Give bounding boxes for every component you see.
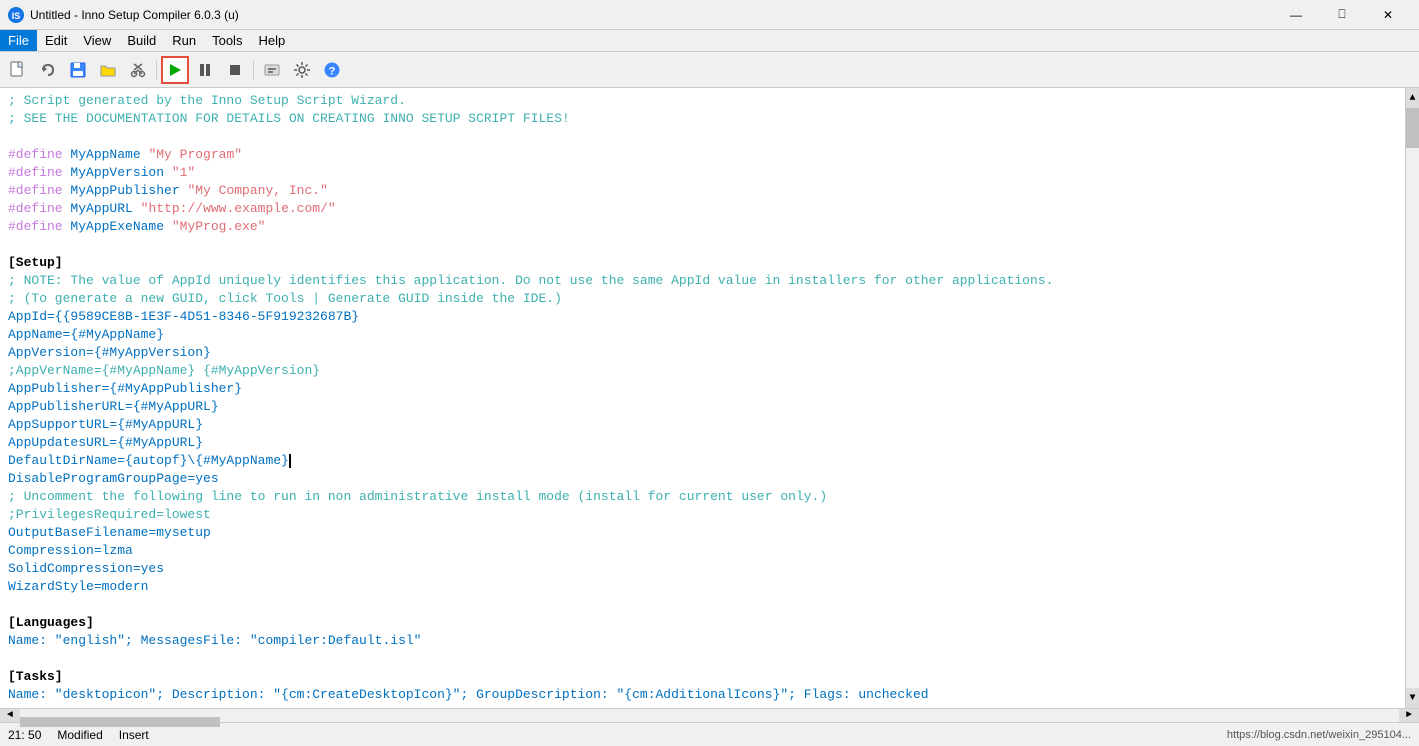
undo-button[interactable] <box>34 56 62 84</box>
toolbar-separator-1 <box>156 60 157 80</box>
open-button[interactable] <box>94 56 122 84</box>
minimize-button[interactable]: — <box>1273 0 1319 30</box>
code-line: ; Uncomment the following line to run in… <box>0 488 1405 506</box>
run-button[interactable] <box>161 56 189 84</box>
help-button[interactable]: ? <box>318 56 346 84</box>
horizontal-scrollbar[interactable]: ◄ ► <box>0 708 1419 722</box>
code-line: AppSupportURL={#MyAppURL} <box>0 416 1405 434</box>
code-line <box>0 236 1405 254</box>
code-line: [Setup] <box>0 254 1405 272</box>
code-line: Compression=lzma <box>0 542 1405 560</box>
app-icon: IS <box>8 7 24 23</box>
code-line: AppUpdatesURL={#MyAppURL} <box>0 434 1405 452</box>
scrollbar[interactable]: ▲ ▼ <box>1405 88 1419 708</box>
modified-status: Modified <box>57 728 102 742</box>
code-line: [Tasks] <box>0 668 1405 686</box>
editor-container: ; Script generated by the Inno Setup Scr… <box>0 88 1419 708</box>
code-line: ; NOTE: The value of AppId uniquely iden… <box>0 272 1405 290</box>
cut-button[interactable] <box>124 56 152 84</box>
code-line: AppPublisher={#MyAppPublisher} <box>0 380 1405 398</box>
scroll-thumb[interactable] <box>1406 108 1419 148</box>
code-line: #define MyAppExeName "MyProg.exe" <box>0 218 1405 236</box>
menu-tools[interactable]: Tools <box>204 30 250 51</box>
code-editor[interactable]: ; Script generated by the Inno Setup Scr… <box>0 88 1405 708</box>
window-controls: — ⎕ ✕ <box>1273 0 1411 30</box>
code-line: ; Script generated by the Inno Setup Scr… <box>0 92 1405 110</box>
code-line: AppVersion={#MyAppVersion} <box>0 344 1405 362</box>
code-line: ; SEE THE DOCUMENTATION FOR DETAILS ON C… <box>0 110 1405 128</box>
insert-mode: Insert <box>119 728 149 742</box>
toolbar-separator-2 <box>253 60 254 80</box>
svg-text:?: ? <box>329 65 336 77</box>
code-line <box>0 704 1405 708</box>
pause-button[interactable] <box>191 56 219 84</box>
code-line: ;PrivilegesRequired=lowest <box>0 506 1405 524</box>
status-url: https://blog.csdn.net/weixin_295104... <box>1227 729 1411 741</box>
stop-button[interactable] <box>221 56 249 84</box>
scroll-left-button[interactable]: ◄ <box>0 709 20 723</box>
code-line: AppPublisherURL={#MyAppURL} <box>0 398 1405 416</box>
code-line: DisableProgramGroupPage=yes <box>0 470 1405 488</box>
menu-help[interactable]: Help <box>250 30 293 51</box>
code-line: DefaultDirName={autopf}\{#MyAppName} <box>0 452 1405 470</box>
code-line: WizardStyle=modern <box>0 578 1405 596</box>
code-line: #define MyAppPublisher "My Company, Inc.… <box>0 182 1405 200</box>
code-line: #define MyAppVersion "1" <box>0 164 1405 182</box>
scroll-up-button[interactable]: ▲ <box>1406 88 1419 108</box>
close-button[interactable]: ✕ <box>1365 0 1411 30</box>
maximize-button[interactable]: ⎕ <box>1319 0 1365 30</box>
compile-button[interactable] <box>258 56 286 84</box>
cursor-position: 21: 50 <box>8 728 41 742</box>
settings-button[interactable] <box>288 56 316 84</box>
code-line: Name: "desktopicon"; Description: "{cm:C… <box>0 686 1405 704</box>
save-button[interactable] <box>64 56 92 84</box>
menu-build[interactable]: Build <box>119 30 164 51</box>
code-line: ; (To generate a new GUID, click Tools |… <box>0 290 1405 308</box>
scroll-right-button[interactable]: ► <box>1399 709 1419 723</box>
code-line: AppName={#MyAppName} <box>0 326 1405 344</box>
code-line: #define MyAppURL "http://www.example.com… <box>0 200 1405 218</box>
code-line: OutputBaseFilename=mysetup <box>0 524 1405 542</box>
code-line: #define MyAppName "My Program" <box>0 146 1405 164</box>
menu-edit[interactable]: Edit <box>37 30 75 51</box>
scroll-down-button[interactable]: ▼ <box>1406 688 1419 708</box>
status-left: 21: 50 Modified Insert <box>8 728 149 742</box>
code-line <box>0 596 1405 614</box>
window-title: Untitled - Inno Setup Compiler 6.0.3 (u) <box>30 8 239 22</box>
code-line: AppId={{9589CE8B-1E3F-4D51-8346-5F919232… <box>0 308 1405 326</box>
cursor <box>289 454 291 468</box>
new-button[interactable] <box>4 56 32 84</box>
code-line: ;AppVerName={#MyAppName} {#MyAppVersion} <box>0 362 1405 380</box>
code-line <box>0 128 1405 146</box>
code-line: SolidCompression=yes <box>0 560 1405 578</box>
menu-file[interactable]: File <box>0 30 37 51</box>
h-scroll-thumb[interactable] <box>20 717 220 727</box>
menu-bar: File Edit View Build Run Tools Help <box>0 30 1419 52</box>
svg-text:IS: IS <box>12 11 21 21</box>
code-line <box>0 650 1405 668</box>
toolbar: ? <box>0 52 1419 88</box>
menu-run[interactable]: Run <box>164 30 204 51</box>
code-line: Name: "english"; MessagesFile: "compiler… <box>0 632 1405 650</box>
menu-view[interactable]: View <box>75 30 119 51</box>
code-line: [Languages] <box>0 614 1405 632</box>
title-bar: IS Untitled - Inno Setup Compiler 6.0.3 … <box>0 0 1419 30</box>
